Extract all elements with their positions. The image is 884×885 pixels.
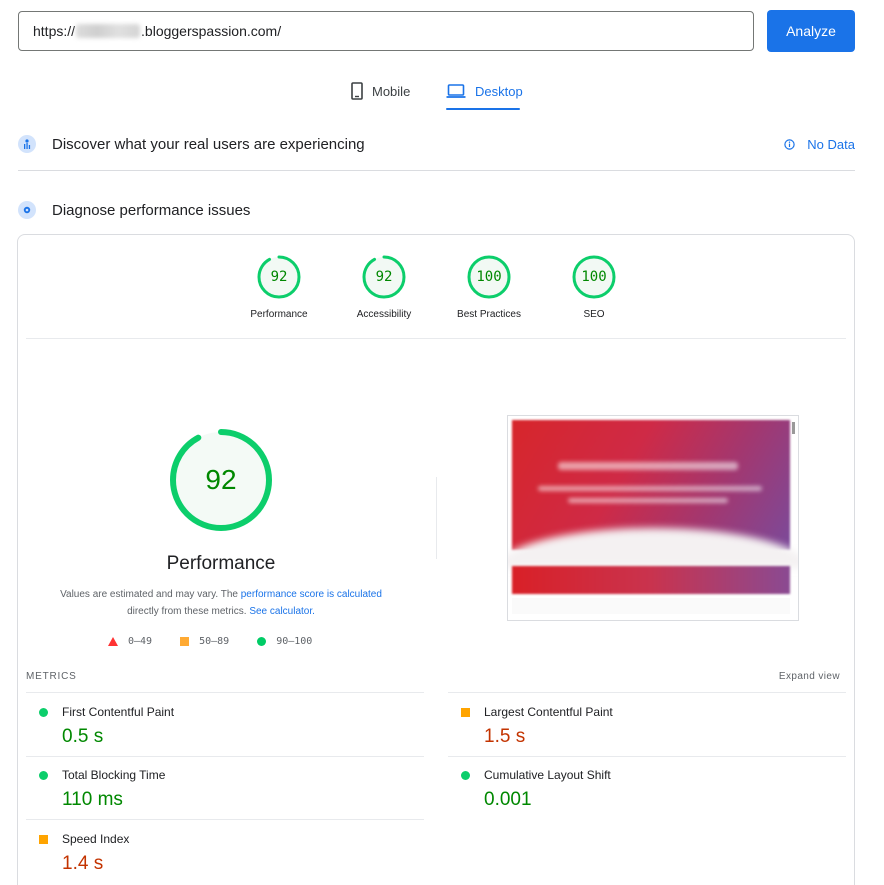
triangle-icon <box>108 637 118 646</box>
url-prefix: https:// <box>33 23 76 39</box>
metrics-header: METRICS <box>26 671 77 682</box>
metric-label: Largest Contentful Paint <box>484 705 613 719</box>
diagnose-icon <box>18 201 36 219</box>
info-icon <box>784 139 795 150</box>
gauge-score: 92 <box>270 269 288 285</box>
performance-score-link[interactable]: performance score is calculated <box>241 589 382 600</box>
laptop-icon <box>446 83 466 99</box>
url-suffix: .bloggerspassion.com/ <box>141 23 282 39</box>
no-data-status[interactable]: No Data <box>784 137 855 152</box>
no-data-label: No Data <box>807 137 855 152</box>
metric-label: First Contentful Paint <box>62 705 175 719</box>
gauge-seo[interactable]: 100 SEO <box>539 255 649 320</box>
screenshot-footer <box>512 598 790 614</box>
legend-average: 50–89 <box>180 636 229 647</box>
pass-indicator <box>39 707 48 717</box>
legend-pass: 90–100 <box>257 636 312 647</box>
gauge-ring: 92 <box>362 255 406 299</box>
gauge-label: Accessibility <box>356 309 412 320</box>
expand-view-toggle[interactable]: Expand view <box>779 671 840 682</box>
analyze-button[interactable]: Analyze <box>767 10 855 52</box>
final-screenshot[interactable] <box>507 415 799 621</box>
field-data-header: Discover what your real users are experi… <box>18 135 365 153</box>
redacted-subdomain <box>76 24 141 38</box>
screenshot-text <box>568 498 728 503</box>
tab-desktop-label: Desktop <box>475 83 523 99</box>
lab-data-title: Diagnose performance issues <box>52 201 251 219</box>
performance-note: Values are estimated and may vary. The p… <box>56 586 386 620</box>
metric-cls: Cumulative Layout Shift 0.001 <box>448 768 838 811</box>
users-icon <box>18 135 36 153</box>
tab-mobile[interactable]: Mobile <box>351 76 410 106</box>
metric-label: Total Blocking Time <box>62 768 166 782</box>
metric-value: 0.5 s <box>62 726 104 747</box>
url-input[interactable]: https:// .bloggerspassion.com/ <box>18 11 754 51</box>
screenshot-text <box>538 486 762 491</box>
gauge-label: Performance <box>250 309 308 320</box>
metric-divider <box>26 756 424 757</box>
gauges-divider <box>26 338 846 339</box>
note-text: Values are estimated and may vary. The <box>60 589 241 600</box>
screenshot-scrollbar <box>792 422 795 434</box>
gauge-score: 100 <box>581 269 607 285</box>
metric-value: 1.4 s <box>62 853 104 874</box>
metric-value: 1.5 s <box>484 726 526 747</box>
legend-label: 90–100 <box>276 636 313 647</box>
gauge-ring: 92 <box>257 255 301 299</box>
screenshot-band <box>512 566 790 594</box>
gauge-performance[interactable]: 92 Performance <box>224 255 334 320</box>
phone-icon <box>351 82 363 100</box>
pass-indicator <box>39 770 48 780</box>
active-tab-indicator <box>446 108 520 110</box>
metric-speed-index: Speed Index 1.4 s <box>26 832 416 875</box>
field-data-title: Discover what your real users are experi… <box>52 135 365 153</box>
section-divider <box>18 170 855 171</box>
gauge-label: Best Practices <box>457 309 521 320</box>
metric-label: Cumulative Layout Shift <box>484 768 611 782</box>
gauge-score: 100 <box>476 269 502 285</box>
performance-score: 92 <box>205 464 237 495</box>
metric-value: 110 ms <box>62 789 123 810</box>
metric-divider <box>26 819 424 820</box>
square-icon <box>180 637 190 646</box>
metric-divider <box>26 692 424 693</box>
metric-divider <box>448 692 846 693</box>
gauge-score: 92 <box>375 269 393 285</box>
metric-tbt: Total Blocking Time 110 ms <box>26 768 416 811</box>
device-tabs: Mobile Desktop <box>0 76 884 112</box>
gauge-ring: 100 <box>572 255 616 299</box>
tab-desktop[interactable]: Desktop <box>446 76 523 106</box>
vertical-divider <box>436 477 437 559</box>
lab-data-header: Diagnose performance issues <box>18 201 250 219</box>
report-card: 92 Performance 92 Accessibility 100 Best… <box>17 234 855 885</box>
gauge-accessibility[interactable]: 92 Accessibility <box>329 255 439 320</box>
metric-value: 0.001 <box>484 789 532 810</box>
average-indicator <box>461 707 470 717</box>
score-gauges: 92 Performance 92 Accessibility 100 Best… <box>18 255 854 325</box>
metric-label: Speed Index <box>62 832 130 846</box>
performance-gauge: 92 <box>168 427 274 533</box>
performance-title: Performance <box>166 553 276 574</box>
metric-divider <box>448 756 846 757</box>
legend-label: 50–89 <box>199 636 230 647</box>
gauge-ring: 100 <box>467 255 511 299</box>
pass-indicator <box>461 770 470 780</box>
screenshot-heading <box>558 462 738 470</box>
tab-mobile-label: Mobile <box>372 83 411 99</box>
note-text: directly from these metrics. <box>127 606 250 617</box>
see-calculator-link[interactable]: See calculator. <box>249 606 315 617</box>
gauge-best-practices[interactable]: 100 Best Practices <box>434 255 544 320</box>
gauge-label: SEO <box>583 309 605 320</box>
metric-fcp: First Contentful Paint 0.5 s <box>26 705 416 748</box>
legend-fail: 0–49 <box>108 636 152 647</box>
average-indicator <box>39 834 48 844</box>
metric-lcp: Largest Contentful Paint 1.5 s <box>448 705 838 748</box>
score-legend: 0–49 50–89 90–100 <box>108 636 340 647</box>
legend-label: 0–49 <box>128 636 153 647</box>
circle-icon <box>257 637 267 646</box>
